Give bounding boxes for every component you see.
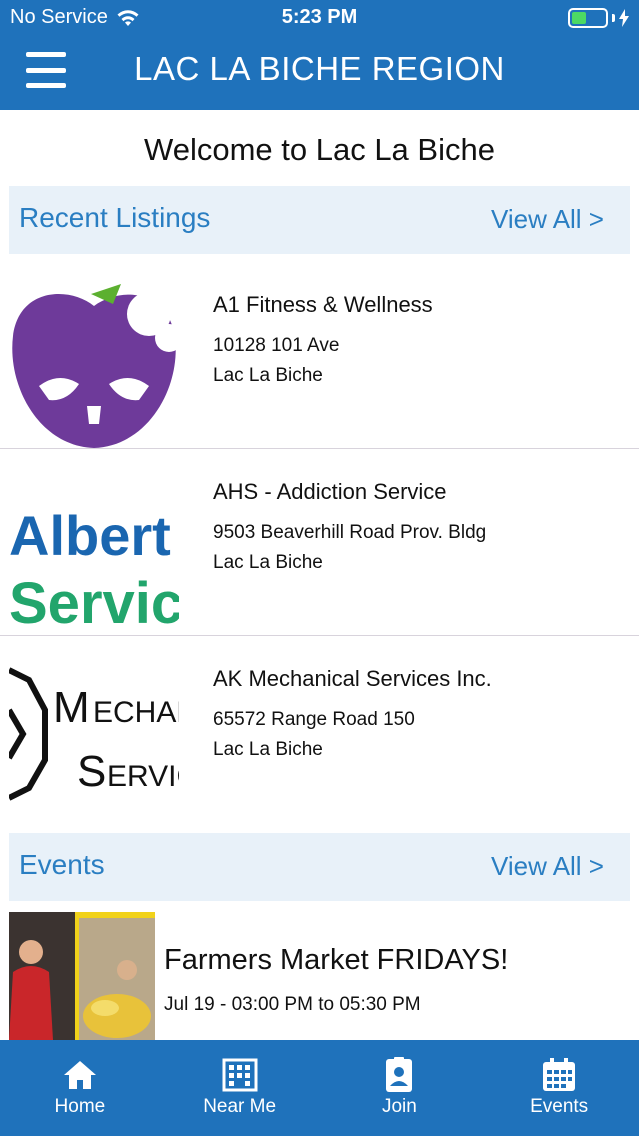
nav-bar: LAC LA BICHE REGION (0, 38, 639, 104)
listing-name: A1 Fitness & Wellness (213, 292, 433, 317)
recent-view-all-link[interactable]: View All > (491, 204, 604, 235)
events-header: Events View All > (9, 833, 630, 901)
contact-card-icon (386, 1057, 413, 1092)
app-header: No Service 5:23 PM LAC LA BICHE REGION (0, 0, 639, 110)
tab-near-me[interactable]: Near Me (160, 1040, 320, 1136)
recent-listings-header: Recent Listings View All > (9, 186, 630, 254)
tab-near-me-label: Near Me (203, 1096, 277, 1117)
listing-city: Lac La Biche (213, 365, 323, 386)
listing-address: 65572 Range Road 150 (213, 709, 415, 730)
event-datetime: Jul 19 - 03:00 PM to 05:30 PM (164, 994, 421, 1015)
bottom-tab-bar: Home Near Me Join Events (0, 1040, 639, 1136)
event-photo (9, 912, 155, 1040)
recent-listings-label: Recent Listings (19, 202, 211, 233)
svg-text:Albert: Albert (9, 504, 171, 567)
listing-item[interactable]: M ECHAN S ERVIC AK Mechanical Services I… (0, 636, 639, 823)
tab-events[interactable]: Events (479, 1040, 639, 1136)
status-bar: No Service 5:23 PM (0, 0, 639, 36)
charging-bolt-icon (619, 9, 629, 27)
tab-events-label: Events (530, 1096, 589, 1117)
svg-text:M: M (53, 683, 90, 732)
listing-city: Lac La Biche (213, 552, 323, 573)
svg-text:S: S (77, 747, 106, 796)
event-item[interactable]: Farmers Market FRIDAYS! Jul 19 - 03:00 P… (0, 912, 639, 1042)
listing-city: Lac La Biche (213, 739, 323, 760)
page-title: LAC LA BICHE REGION (134, 50, 505, 87)
events-label: Events (19, 849, 105, 880)
listing-logo-apple-skull (9, 276, 179, 448)
tab-home-label: Home (54, 1096, 106, 1117)
welcome-heading: Welcome to Lac La Biche (144, 132, 495, 167)
battery-level-fill (572, 12, 587, 24)
listing-item[interactable]: A1 Fitness & Wellness 10128 101 Ave Lac … (0, 262, 639, 449)
tab-join-label: Join (381, 1096, 417, 1117)
listing-name: AK Mechanical Services Inc. (213, 666, 492, 691)
listing-item[interactable]: Albert Servic AHS - Addiction Service 95… (0, 449, 639, 636)
listing-address: 9503 Beaverhill Road Prov. Bldg (213, 522, 487, 543)
listing-logo-mechanical-services: M ECHAN S ERVIC (9, 650, 179, 822)
clock: 5:23 PM (281, 6, 358, 28)
svg-text:ERVIC: ERVIC (107, 760, 179, 793)
listing-address: 10128 101 Ave (213, 335, 340, 356)
home-icon (63, 1061, 96, 1089)
tab-join[interactable]: Join (320, 1040, 480, 1136)
building-icon (222, 1058, 258, 1092)
battery-tip (612, 14, 615, 22)
calendar-icon (543, 1058, 576, 1091)
tab-home[interactable]: Home (0, 1040, 160, 1136)
svg-text:ECHAN: ECHAN (93, 696, 179, 729)
svg-text:Servic: Servic (9, 571, 179, 635)
battery-icon (568, 8, 608, 28)
listing-name: AHS - Addiction Service (213, 479, 447, 504)
listing-logo-alberta-services: Albert Servic (9, 463, 179, 635)
event-title: Farmers Market FRIDAYS! (164, 944, 509, 976)
battery-indicator (568, 8, 629, 28)
events-view-all-link[interactable]: View All > (491, 851, 604, 882)
